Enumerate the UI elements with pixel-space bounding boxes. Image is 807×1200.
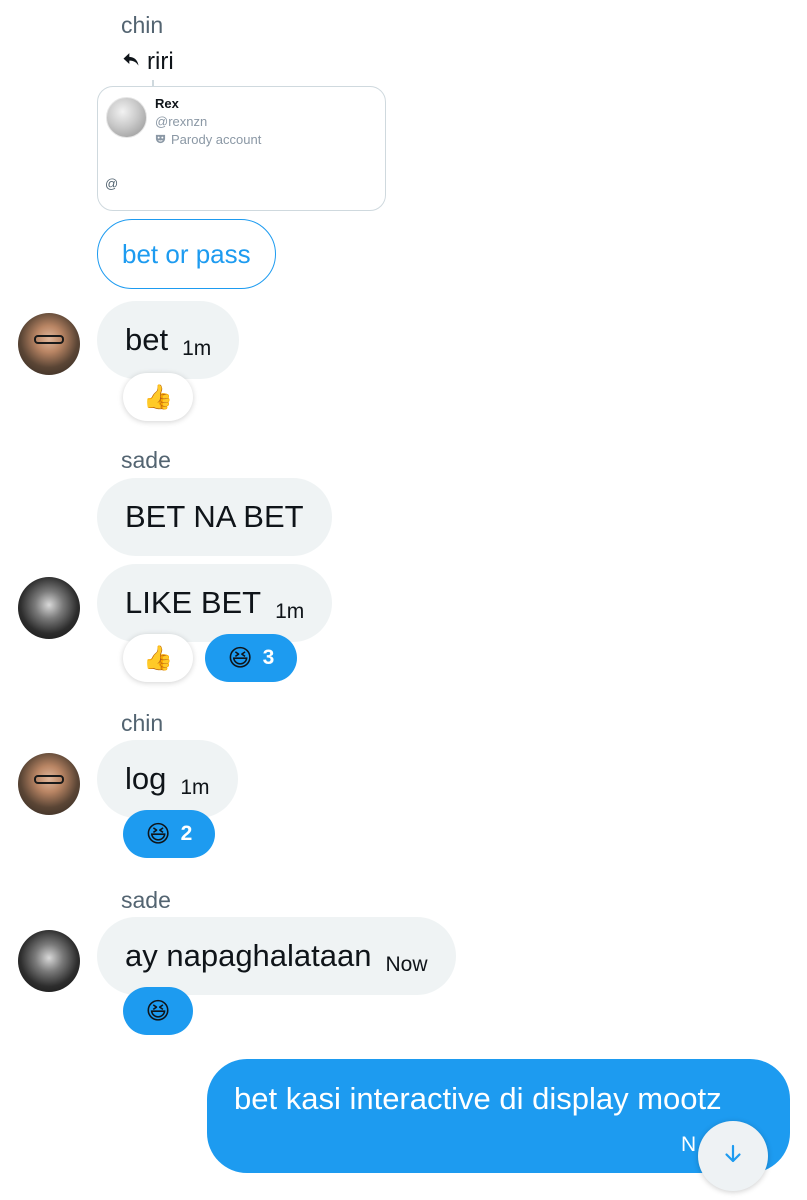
parody-label: Parody account — [155, 132, 261, 147]
reply-indicator: riri — [121, 48, 174, 76]
quoted-author-handle: @rexnzn — [155, 114, 208, 129]
quoted-message-bubble[interactable]: bet or pass — [97, 219, 276, 289]
message-bubble[interactable]: LIKE BET 1m — [97, 564, 333, 642]
avatar-glasses — [34, 335, 64, 344]
message-time: 1m — [182, 337, 212, 360]
avatar-sade[interactable] — [18, 577, 80, 639]
my-message-text: bet kasi interactive di display mootz — [234, 1081, 722, 1116]
avatar-glasses — [34, 775, 64, 784]
quoted-post-card[interactable]: Rex @rexnzn Parody account @ — [97, 86, 386, 211]
quoted-author-avatar — [106, 97, 147, 138]
reply-to-name: riri — [147, 48, 174, 75]
reaction-count: 3 — [262, 646, 275, 669]
laughing-face-icon: 😆 — [145, 820, 171, 848]
message-text: bet — [125, 322, 169, 357]
reaction-chip[interactable]: 👍 — [123, 634, 193, 682]
thumbs-up-icon: 👍 — [143, 383, 173, 411]
quoted-post-body: @ — [105, 176, 119, 191]
scroll-to-bottom-button[interactable] — [698, 1121, 768, 1191]
message-bubble[interactable]: BET NA BET — [97, 478, 332, 556]
message-bubble[interactable]: ay napaghalataan Now — [97, 917, 456, 995]
message-bubble[interactable]: log 1m — [97, 740, 238, 818]
avatar-sade[interactable] — [18, 930, 80, 992]
message-text: BET NA BET — [125, 499, 304, 534]
avatar-chin[interactable] — [18, 313, 80, 375]
message-text: LIKE BET — [125, 585, 262, 620]
parody-mask-icon — [155, 132, 166, 147]
parody-label-text: Parody account — [171, 132, 262, 147]
quoted-author-name: Rex — [155, 96, 179, 111]
sender-name: chin — [121, 710, 164, 736]
sender-name: sade — [121, 447, 171, 473]
reaction-chip[interactable]: 👍 — [123, 373, 193, 421]
thumbs-up-icon: 👍 — [143, 644, 173, 672]
reaction-chip-selected[interactable]: 😆 — [123, 987, 193, 1035]
sender-name: chin — [121, 12, 164, 38]
reaction-chip-selected[interactable]: 😆 3 — [205, 634, 297, 682]
message-text: log — [125, 761, 167, 796]
laughing-face-icon: 😆 — [145, 997, 171, 1025]
arrow-down-icon — [721, 1142, 745, 1171]
avatar-chin[interactable] — [18, 753, 80, 815]
message-time: Now — [385, 953, 428, 976]
sender-name: sade — [121, 887, 171, 913]
message-time: 1m — [180, 776, 210, 799]
message-time: 1m — [275, 600, 305, 623]
reaction-chip-selected[interactable]: 😆 2 — [123, 810, 215, 858]
message-text: ay napaghalataan — [125, 938, 372, 973]
message-bubble[interactable]: bet 1m — [97, 301, 240, 379]
laughing-face-icon: 😆 — [227, 644, 253, 672]
my-message-time: N — [681, 1133, 697, 1156]
reply-arrow-icon — [121, 48, 141, 76]
reaction-count: 2 — [180, 822, 193, 845]
